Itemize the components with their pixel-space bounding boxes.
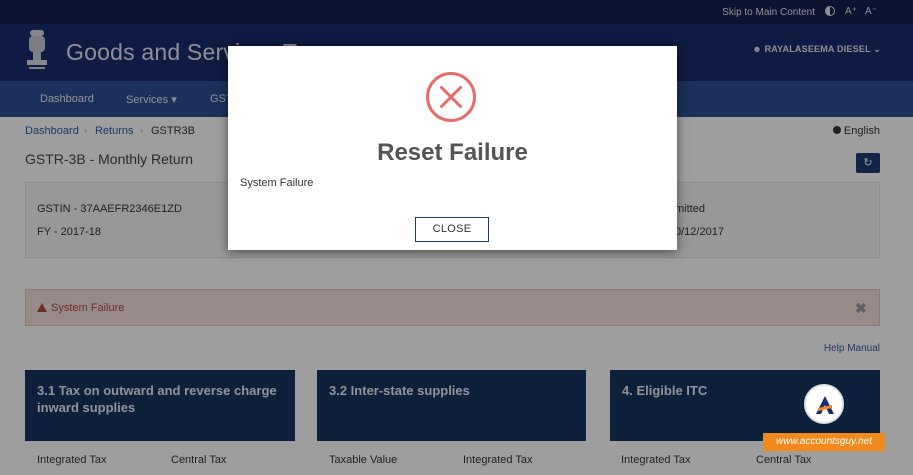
watermark-url: www.accountsguy.net (763, 433, 885, 451)
close-button[interactable]: CLOSE (415, 217, 489, 242)
dialog-title: Reset Failure (377, 139, 528, 166)
reset-failure-dialog: Reset Failure System Failure CLOSE (228, 46, 677, 250)
error-x-icon (426, 72, 476, 122)
accountsguy-logo-icon (816, 396, 834, 414)
watermark-logo (804, 384, 844, 424)
dialog-message: System Failure (240, 177, 314, 189)
